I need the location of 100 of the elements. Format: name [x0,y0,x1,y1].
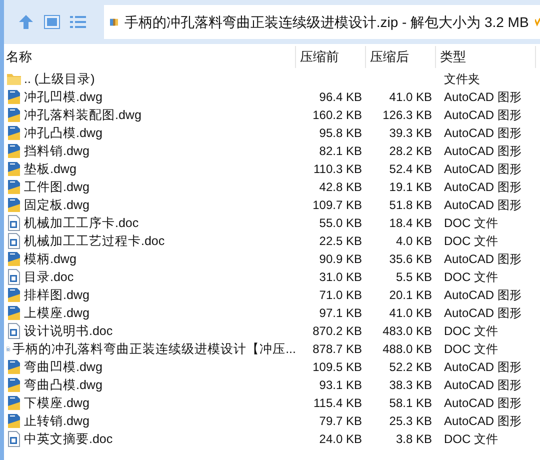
packed-size-cell-text: 35.6 KB [389,251,432,268]
window-icon[interactable] [44,15,60,29]
file-name[interactable]: 弯曲凹模.dwg [24,358,102,376]
file-name[interactable]: 止转销.dwg [24,412,90,430]
size-cell-text: 71.0 KB [319,287,362,304]
file-type: DOC 文件 [444,234,498,248]
packed-size-cell-text: 5.5 KB [396,269,432,286]
file-name[interactable]: 机械加工工艺过程卡.doc [24,232,165,250]
file-type: AutoCAD 图形 [444,306,522,320]
drawing-file-icon [6,251,22,267]
drawing-file-icon [6,377,22,393]
file-name[interactable]: 手柄的冲孔落料弯曲正装连续级进模设计【冲压... [12,340,296,358]
file-name[interactable]: 冲孔凸模.dwg [24,124,102,142]
list-view-icon[interactable] [70,15,86,29]
file-type: AutoCAD 图形 [444,288,522,302]
size-cell-text: 24.0 KB [319,431,362,448]
drawing-file-icon [6,179,22,195]
packed-size-cell-text: 18.4 KB [389,215,432,232]
size-cell-text: 870.2 KB [312,323,362,340]
file-name[interactable]: 机械加工工序卡.doc [24,214,139,232]
size-cell-text: 82.1 KB [319,143,362,160]
size-cell-text: 95.8 KB [319,125,362,142]
folder-icon [6,71,22,87]
file-type: AutoCAD 图形 [444,414,522,428]
drawing-file-icon [6,161,22,177]
file-type: AutoCAD 图形 [444,108,522,122]
packed-size-cell-text: 41.0 KB [389,89,432,106]
size-cell-text: 110.3 KB [314,161,362,178]
drawing-file-icon [6,125,22,141]
word-document-icon [6,323,22,339]
packed-size-cell-text: 483.0 KB [382,323,432,340]
file-name[interactable]: 中英文摘要.doc [24,430,113,448]
file-type: AutoCAD 图形 [444,180,522,194]
size-cell-text: 109.7 KB [312,197,362,214]
size-cell-text: 55.0 KB [319,215,362,232]
file-name[interactable]: 冲孔落料装配图.dwg [24,106,142,124]
file-name[interactable]: 工件图.dwg [24,178,90,196]
file-name[interactable]: 上模座.dwg [24,304,90,322]
packed-size-cell-text: 52.4 KB [389,161,432,178]
size-cell-text: 31.0 KB [319,269,362,286]
file-name[interactable]: 弯曲凸模.dwg [24,376,102,394]
file-type: AutoCAD 图形 [444,198,522,212]
packed-size-cell-text: 51.8 KB [389,197,432,214]
file-name[interactable]: 挡料销.dwg [24,142,90,160]
packed-size-cell-text: 58.1 KB [389,395,432,412]
word-document-icon [6,269,22,285]
file-name[interactable]: 冲孔凹模.dwg [24,88,102,106]
drawing-file-icon [6,395,22,411]
size-cell-text: 115.4 KB [314,395,362,412]
packed-size-cell-text: 52.2 KB [389,359,432,376]
file-name[interactable]: 模柄.dwg [24,250,76,268]
file-type: AutoCAD 图形 [444,252,522,266]
packed-size-cell-text: 20.1 KB [389,287,432,304]
column-header[interactable]: 类型 [440,47,466,67]
archive-title: 手柄的冲孔落料弯曲正装连续级进模设计.zip - 解包大小为 3.2 MB [124,12,529,32]
drawing-file-icon [6,107,22,123]
file-type: AutoCAD 图形 [444,126,522,140]
packed-size-cell-text: 38.3 KB [389,377,432,394]
size-cell-text: 109.5 KB [312,359,362,376]
drawing-file-icon [6,89,22,105]
packed-size-cell-text: 39.3 KB [389,125,432,142]
file-name[interactable]: 排样图.dwg [24,286,90,304]
size-cell-text: 22.5 KB [319,233,362,250]
drawing-file-icon [6,305,22,321]
drawing-file-icon [6,413,22,429]
size-cell-text: 42.8 KB [319,179,362,196]
packed-size-cell-text: 4.0 KB [396,233,432,250]
file-name[interactable]: 固定板.dwg [24,196,90,214]
drawing-file-icon [6,143,22,159]
file-type: DOC 文件 [444,324,498,338]
column-header[interactable]: 压缩后 [370,47,409,67]
packed-size-cell-text: 41.0 KB [389,305,432,322]
packed-size-cell-text: 19.1 KB [389,179,432,196]
word-document-icon [6,233,22,249]
file-type: DOC 文件 [444,216,498,230]
size-cell-text: 90.9 KB [319,251,362,268]
file-name[interactable]: 下模座.dwg [24,394,90,412]
file-name[interactable]: 垫板.dwg [24,160,76,178]
size-cell-text: 878.7 KB [312,341,362,358]
packed-size-cell-text: 126.3 KB [382,107,432,124]
size-cell-text: 160.2 KB [312,107,362,124]
size-cell-text: 93.1 KB [319,377,362,394]
column-header[interactable]: 名称 [6,47,32,67]
size-cell-text: 79.7 KB [319,413,362,430]
file-name[interactable]: 目录.doc [24,268,74,286]
file-type: DOC 文件 [444,432,498,446]
size-cell-text: 96.4 KB [319,89,362,106]
file-type: AutoCAD 图形 [444,144,522,158]
file-name[interactable]: 设计说明书.doc [24,322,113,340]
file-type: DOC 文件 [444,342,498,356]
logo-icon [534,15,540,29]
drawing-file-icon [6,287,22,303]
packed-size-cell-text: 3.8 KB [396,431,432,448]
word-document-icon [6,431,22,447]
up-arrow-icon[interactable] [18,14,34,30]
column-header[interactable]: 压缩前 [300,47,339,67]
file-name[interactable]: .. (上级目录) [24,70,95,88]
drawing-file-icon [6,359,22,375]
file-type: 文件夹 [444,72,480,86]
file-type: AutoCAD 图形 [444,378,522,392]
